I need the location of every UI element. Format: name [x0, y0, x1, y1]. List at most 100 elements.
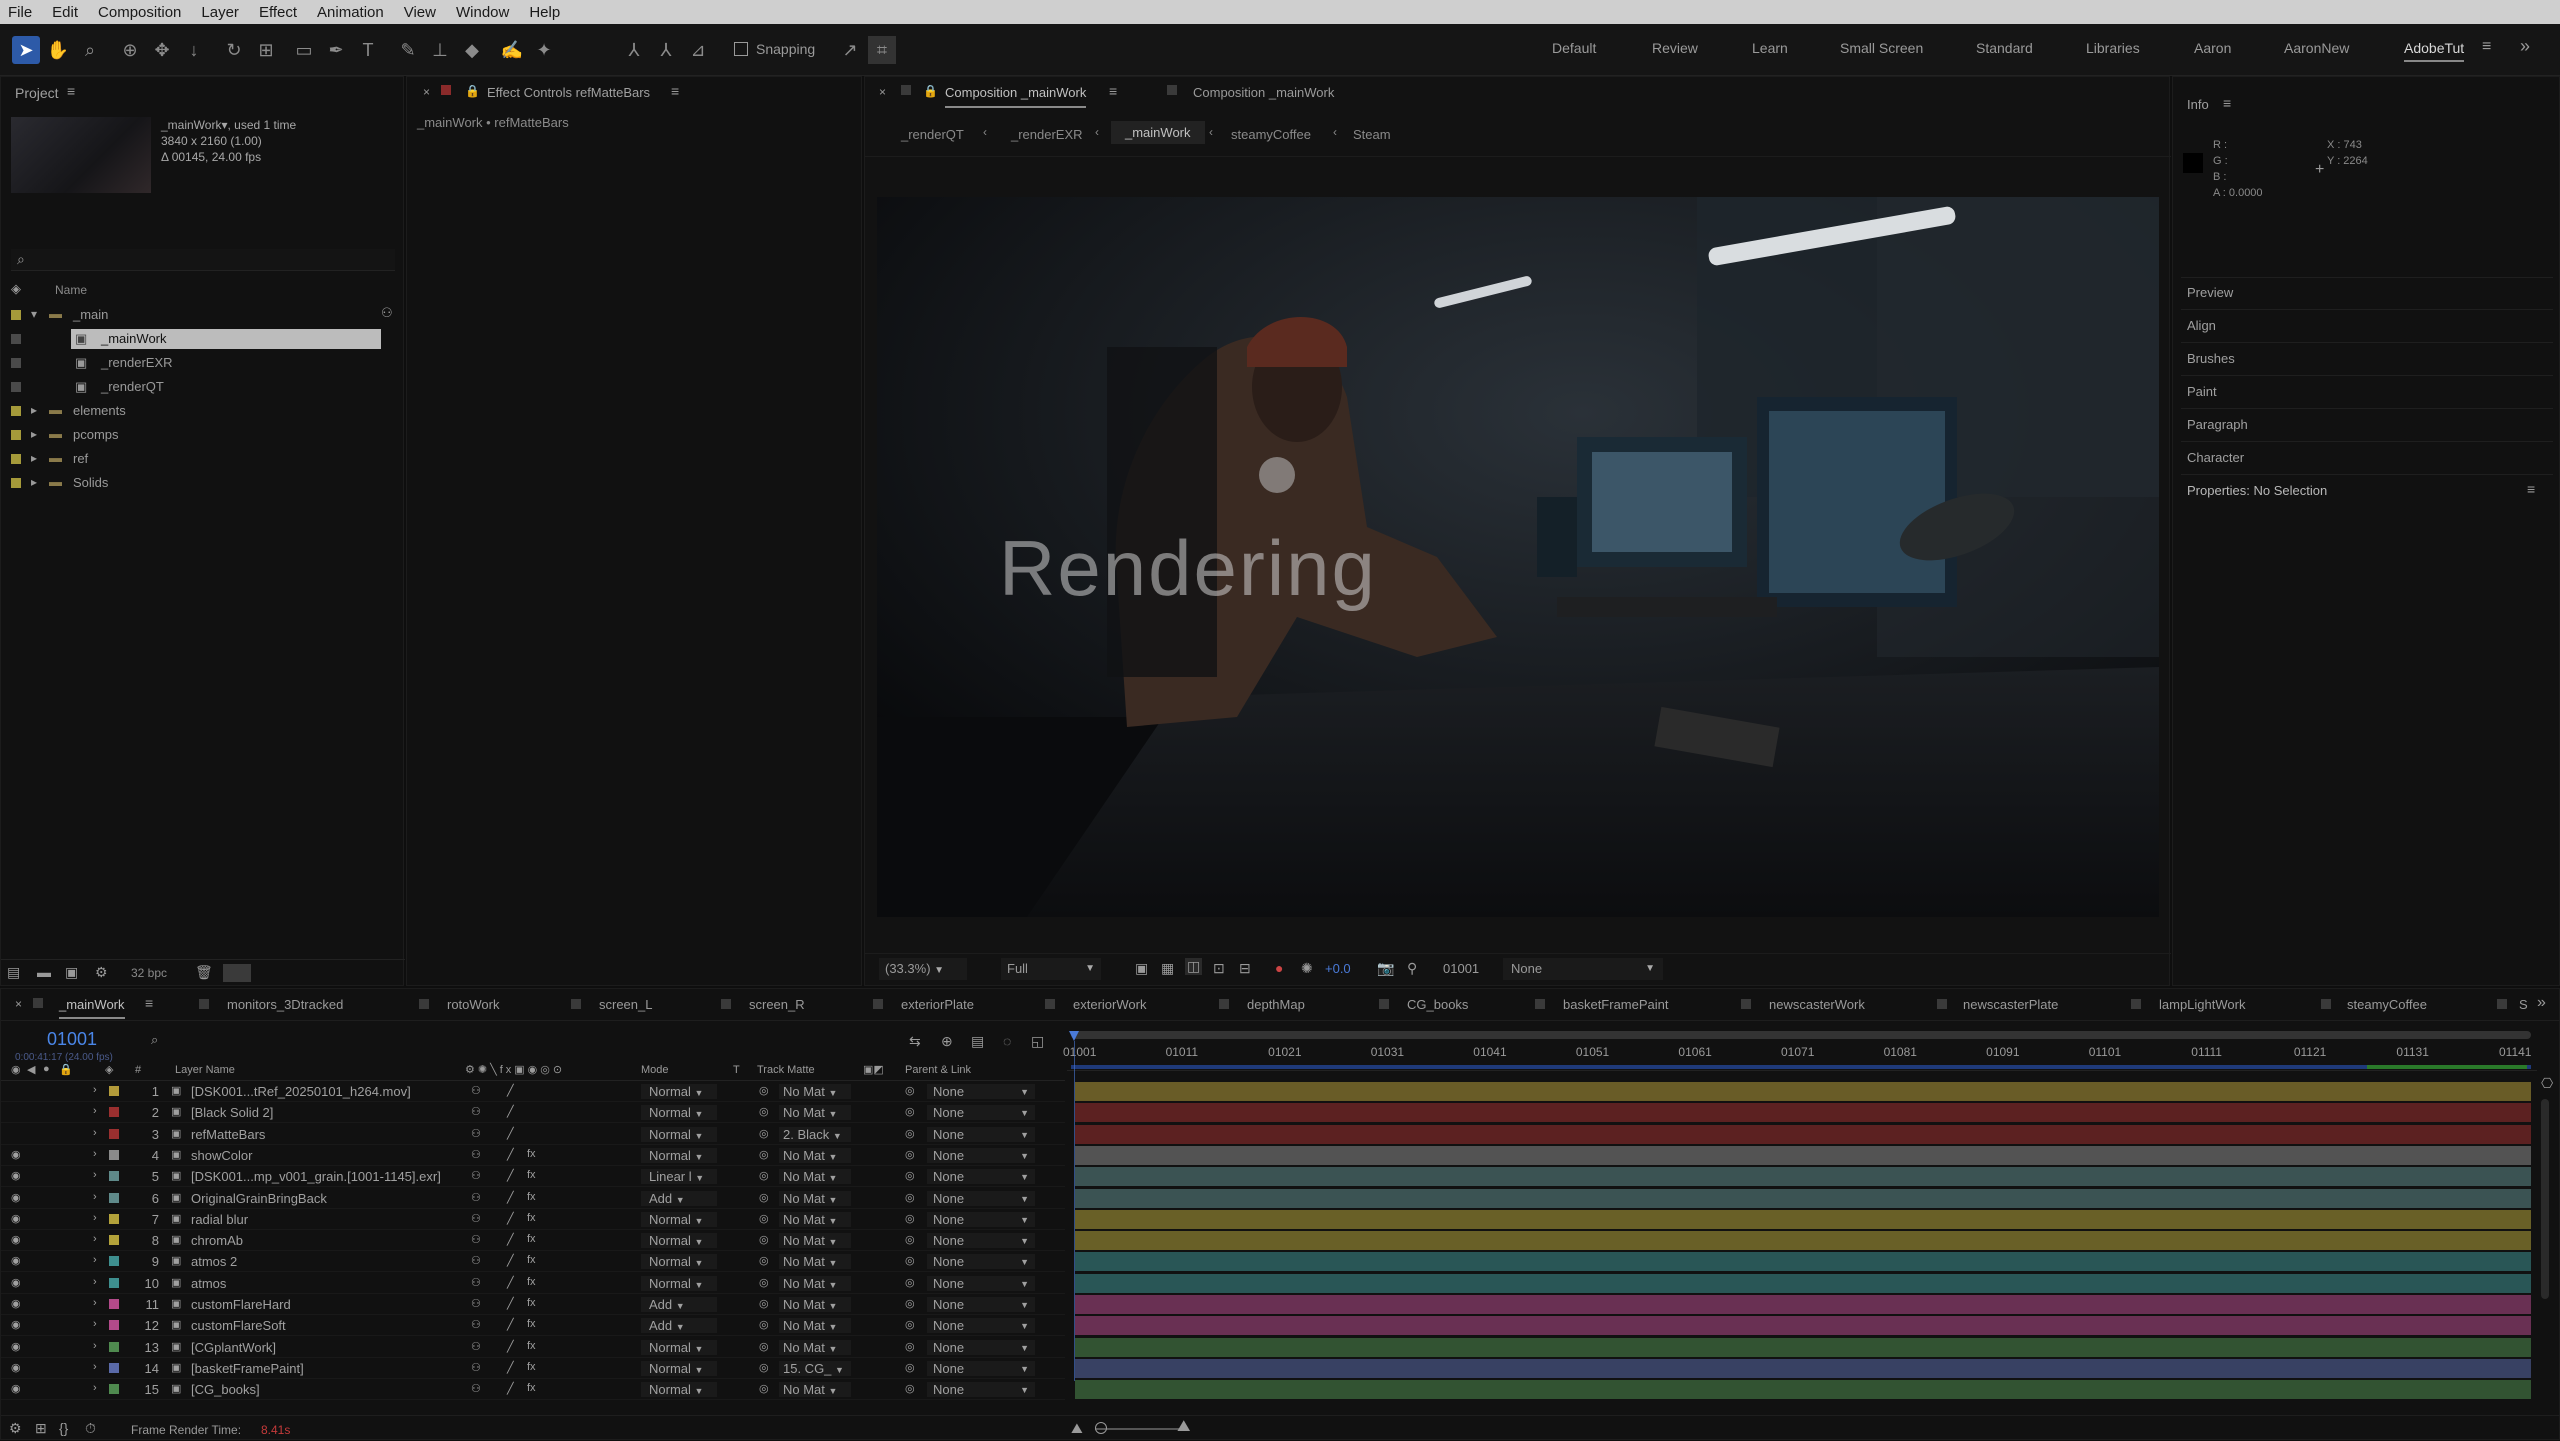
snapshot-camera-icon[interactable]: 📷 — [1377, 960, 1394, 977]
tab-newscasterplate[interactable]: newscasterPlate — [1963, 997, 2058, 1012]
comp-viewer[interactable]: Rendering — [877, 197, 2159, 917]
eraser-tool-icon[interactable]: ◆ — [458, 36, 486, 64]
panel-menu-icon[interactable]: ≡ — [1109, 83, 1117, 99]
flowchart-icon[interactable]: ⚇ — [381, 305, 393, 321]
panel-preview[interactable]: Preview — [2187, 285, 2233, 300]
panel-menu-icon[interactable]: ≡ — [671, 83, 679, 99]
project-item-mainwork[interactable]: ▣ _mainWork — [1, 327, 405, 351]
chevron-right-icon[interactable]: ▸ — [31, 403, 37, 417]
layer-duration-bar[interactable] — [1075, 1252, 2531, 1272]
tab-cg-books[interactable]: CG_books — [1407, 997, 1468, 1012]
playhead[interactable] — [1069, 1031, 1079, 1381]
tab-basketframepaint[interactable]: basketFramePaint — [1563, 997, 1669, 1012]
label-swatch[interactable] — [11, 334, 21, 344]
project-menu-icon[interactable]: ≡ — [67, 83, 75, 99]
panel-menu-icon[interactable]: ≡ — [2223, 95, 2231, 111]
menu-file[interactable]: File — [8, 4, 32, 21]
panel-align[interactable]: Align — [2187, 318, 2216, 333]
label-column-icon[interactable]: ◈ — [105, 1063, 113, 1076]
mask-visibility-icon[interactable]: ◫ — [1185, 958, 1203, 975]
layer-duration-bar[interactable] — [1075, 1337, 2531, 1357]
view-axis-icon[interactable]: ⊿ — [684, 36, 712, 64]
tab-monitors-3dtracked[interactable]: monitors_3Dtracked — [227, 997, 343, 1012]
snap-options-icon[interactable]: ↗ — [836, 36, 864, 64]
layer-duration-bar[interactable] — [1075, 1209, 2531, 1229]
magnification-dropdown[interactable]: (33.3%) ▼ — [879, 958, 967, 980]
chevron-down-icon[interactable]: ▾ — [31, 307, 37, 321]
layer-duration-bar[interactable] — [1075, 1103, 2531, 1123]
menu-view[interactable]: View — [404, 4, 436, 21]
world-axis-icon[interactable]: ⅄ — [652, 36, 680, 64]
label-swatch[interactable] — [11, 478, 21, 488]
lock-icon[interactable]: 🔒 — [59, 1063, 73, 1076]
tab-composition-mainwork[interactable]: Composition _mainWork — [945, 85, 1087, 108]
trash-icon[interactable]: 🗑 — [195, 964, 213, 981]
label-swatch[interactable] — [11, 310, 21, 320]
layer-duration-bar[interactable] — [1075, 1316, 2531, 1336]
lock-icon[interactable]: 🔒 — [923, 84, 938, 98]
nav-mainwork[interactable]: _mainWork — [1111, 121, 1205, 144]
color-management-icon[interactable]: ✺ — [1301, 960, 1313, 977]
more-workspaces-icon[interactable]: » — [2520, 36, 2530, 57]
label-swatch[interactable] — [11, 454, 21, 464]
panel-brushes[interactable]: Brushes — [2187, 351, 2235, 366]
project-item-renderqt[interactable]: ▣ _renderQT — [1, 375, 405, 399]
label-swatch[interactable] — [11, 430, 21, 440]
render-time-toggle-icon[interactable]: ⏱ — [85, 1420, 96, 1437]
menu-window[interactable]: Window — [456, 4, 509, 21]
nav-renderexr[interactable]: _renderEXR — [1011, 127, 1083, 142]
orbit-camera-icon[interactable]: ⊕ — [116, 36, 144, 64]
current-timecode[interactable]: 01001 — [47, 1029, 97, 1050]
workspace-menu-icon[interactable]: ≡ — [2482, 38, 2491, 56]
menu-layer[interactable]: Layer — [201, 4, 239, 21]
pan-camera-icon[interactable]: ✥ — [148, 36, 176, 64]
workspace-aaron[interactable]: Aaron — [2194, 40, 2231, 56]
type-tool-icon[interactable]: T — [354, 36, 382, 64]
tab-newscasterwork[interactable]: newscasterWork — [1769, 997, 1865, 1012]
project-item-ref[interactable]: ▸ ▬ ref — [1, 447, 405, 471]
clone-stamp-tool-icon[interactable]: ⊥ — [426, 36, 454, 64]
menu-animation[interactable]: Animation — [317, 4, 384, 21]
work-area-bar[interactable] — [1071, 1031, 2531, 1039]
layer-switches-toggle-icon[interactable]: ⚙ — [9, 1420, 22, 1437]
roto-brush-tool-icon[interactable]: ✍ — [498, 36, 526, 64]
layer-duration-bar[interactable] — [1075, 1124, 2531, 1144]
tab-rotowork[interactable]: rotoWork — [447, 997, 500, 1012]
layer-duration-bar[interactable] — [1075, 1082, 2531, 1101]
layer-name-header[interactable]: Layer Name — [175, 1064, 235, 1076]
menu-effect[interactable]: Effect — [259, 4, 297, 21]
hand-tool-icon[interactable]: ✋ — [44, 36, 72, 64]
new-composition-icon[interactable]: ▣ — [65, 964, 78, 981]
rotation-tool-icon[interactable]: ↻ — [220, 36, 248, 64]
tab-screen-l[interactable]: screen_L — [599, 997, 652, 1012]
workspace-review[interactable]: Review — [1652, 40, 1698, 56]
tab-exteriorplate[interactable]: exteriorPlate — [901, 997, 974, 1012]
tab-exteriorwork[interactable]: exteriorWork — [1073, 997, 1146, 1012]
workspace-default[interactable]: Default — [1552, 40, 1596, 56]
video-toggle-icon[interactable]: ◉ — [11, 1063, 21, 1076]
workspace-adobetut[interactable]: AdobeTut — [2404, 40, 2465, 62]
tab-depthmap[interactable]: depthMap — [1247, 997, 1305, 1012]
layer-duration-bar[interactable] — [1075, 1188, 2531, 1208]
adjust-settings-icon[interactable]: ⚙ — [95, 964, 108, 981]
lock-icon[interactable]: 🔒 — [465, 84, 480, 98]
label-swatch[interactable] — [11, 406, 21, 416]
label-swatch[interactable] — [11, 358, 21, 368]
layer-duration-bar[interactable] — [1075, 1231, 2531, 1251]
comp-button-icon[interactable]: ⎔ — [2541, 1075, 2553, 1092]
transparency-grid-icon[interactable]: ▦ — [1161, 960, 1174, 977]
time-ruler[interactable]: 01001 01011 01021 01031 01041 01051 01061 01071… — [1063, 1031, 2537, 1071]
draft-3d-icon[interactable]: ⊕ — [941, 1033, 953, 1050]
selection-tool-icon[interactable]: ➤ — [12, 36, 40, 64]
project-item-solids[interactable]: ▸ ▬ Solids — [1, 471, 405, 495]
tab-lamplightwork[interactable]: lampLightWork — [2159, 997, 2245, 1012]
chevron-right-icon[interactable]: ▸ — [31, 427, 37, 441]
dolly-camera-icon[interactable]: ↓ — [180, 36, 208, 64]
workspace-standard[interactable]: Standard — [1976, 40, 2033, 56]
new-folder-icon[interactable]: ▬ — [37, 964, 51, 980]
interpret-footage-icon[interactable]: ▤ — [7, 964, 20, 981]
modes-toggle-icon[interactable]: ⊞ — [35, 1420, 47, 1437]
current-frame-field[interactable]: 01001 — [1443, 961, 1479, 976]
close-icon[interactable]: × — [15, 997, 22, 1011]
frame-blending-icon[interactable]: ◌ — [1003, 1033, 1011, 1049]
